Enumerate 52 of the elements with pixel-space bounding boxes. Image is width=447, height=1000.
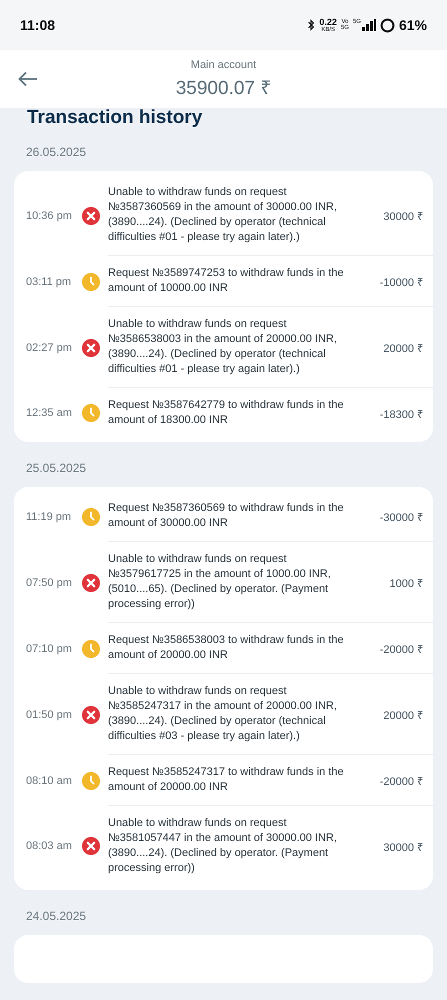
- transaction-description: Unable to withdraw funds on request №3586538003 in the amount of 20000.00 INR, (3890....24). (Declined by operator (technical difficulties #01 - please try again later).): [108, 317, 338, 377]
- transaction-description: Unable to withdraw funds on request №3581057447 in the amount of 30000.00 INR, (3890....24). (Declined by operator. (Payment processing error)): [108, 816, 338, 876]
- status-time: 11:08: [20, 17, 56, 33]
- clock-icon: [82, 640, 100, 658]
- transaction-description: Request №3587642779 to withdraw funds in the amount of 18300.00 INR: [108, 398, 345, 428]
- transaction-amount: 20000 ₹: [382, 708, 423, 722]
- error-icon: [82, 574, 100, 592]
- transaction-description: Request №3587360569 to withdraw funds in the amount of 30000.00 INR: [108, 501, 345, 531]
- transaction-time: 08:10 am: [25, 774, 73, 786]
- transaction-time: 03:11 pm: [25, 276, 72, 288]
- transaction-amount: 20000 ₹: [382, 342, 423, 354]
- battery-level: 61%: [398, 17, 427, 33]
- transaction-description: Unable to withdraw funds on request №3587360569 in the amount of 30000.00 INR, (3890....24). (Declined by operator (technical difficulties #01 - please try again later).): [108, 185, 338, 245]
- account-label: Main account: [190, 58, 256, 70]
- signal-icon: [362, 19, 376, 31]
- data-speed: 0.22: [319, 18, 337, 26]
- transaction-time: 07:50 pm: [25, 576, 73, 588]
- transaction-description: Request №3589747253 to withdraw funds in the amount of 10000.00 INR: [108, 266, 345, 296]
- account-balance: 35900.07 ₹: [176, 76, 272, 100]
- transaction-time: 11:19 pm: [25, 510, 72, 522]
- transaction-amount: -18300 ₹: [378, 408, 423, 420]
- transaction-time: 02:27 pm: [25, 342, 73, 354]
- date-heading: 24.05.2025: [25, 908, 88, 925]
- bluetooth-icon: [307, 19, 316, 31]
- transaction-description: Unable to withdraw funds on request №3585247317 in the amount of 20000.00 INR, (3890....24). (Declined by operator (technical difficulties #03 - please try again later).): [108, 684, 338, 744]
- transaction-time: 07:10 pm: [25, 642, 73, 654]
- transaction-time: 01:50 pm: [25, 708, 73, 720]
- transaction-amount: 30000 ₹: [382, 210, 423, 222]
- clock-icon: [82, 772, 100, 790]
- clock-icon: [82, 404, 100, 422]
- page-title: Transaction history: [26, 108, 204, 126]
- transaction-time: 12:35 am: [25, 407, 73, 419]
- clock-icon: [82, 508, 100, 526]
- error-icon: [82, 338, 100, 356]
- error-icon: [82, 706, 100, 724]
- transaction-amount: -10000 ₹: [378, 276, 423, 288]
- transaction-amount: -20000 ₹: [378, 642, 423, 656]
- transaction-time: 10:36 pm: [25, 210, 73, 222]
- back-button[interactable]: [18, 69, 40, 89]
- date-heading: 26.05.2025: [25, 144, 88, 161]
- transaction-description: Request №3585247317 to withdraw funds in the amount of 20000.00 INR: [108, 765, 345, 795]
- error-icon: [82, 837, 100, 855]
- transaction-amount: 30000 ₹: [382, 840, 423, 854]
- error-icon: [82, 206, 100, 224]
- clock-icon: [82, 272, 100, 290]
- date-heading: 25.05.2025: [25, 460, 88, 477]
- transaction-description: Request №3586538003 to withdraw funds in the amount of 20000.00 INR: [108, 633, 345, 663]
- transaction-description: Unable to withdraw funds on request №3579617725 in the amount of 1000.00 INR, (5010....65). (Declined by operator. (Payment processing error)): [108, 552, 332, 612]
- transaction-amount: -20000 ₹: [378, 774, 423, 788]
- transaction-amount: -30000 ₹: [378, 510, 423, 524]
- transaction-amount: 1000 ₹: [388, 576, 423, 590]
- transaction-time: 08:03 am: [25, 840, 73, 852]
